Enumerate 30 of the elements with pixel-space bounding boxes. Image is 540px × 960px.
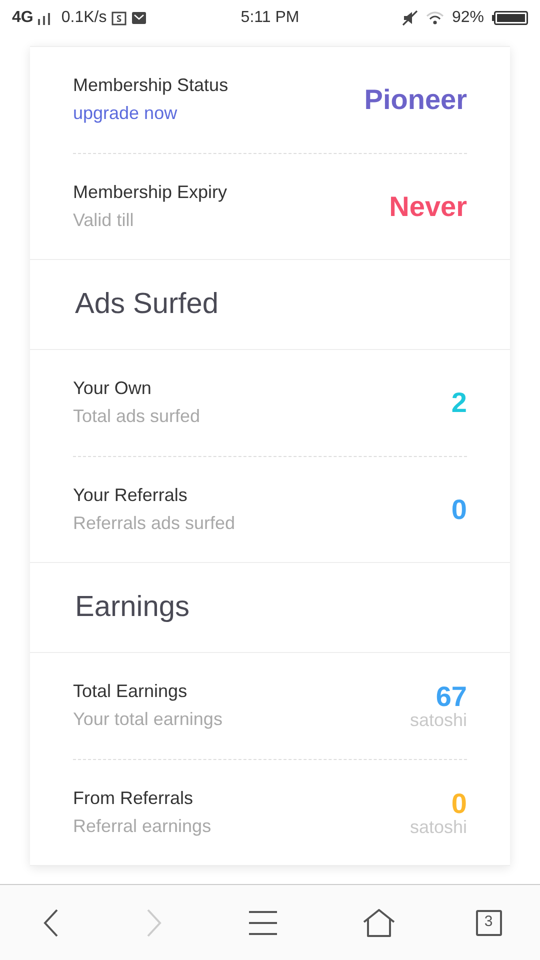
sim-icon bbox=[110, 10, 127, 26]
stat-label: Membership Status bbox=[73, 74, 228, 98]
mail-icon bbox=[130, 10, 147, 26]
section-title: Earnings bbox=[75, 590, 190, 625]
stat-caption: Referrals ads surfed bbox=[73, 512, 236, 534]
battery-icon bbox=[492, 10, 528, 26]
stat-value: 0 bbox=[451, 496, 467, 524]
stat-caption: Total ads surfed bbox=[73, 405, 200, 428]
tabs-button[interactable]: 3 bbox=[476, 910, 502, 936]
stat-label: Membership Expiry bbox=[73, 180, 228, 204]
stat-label: From Referrals bbox=[73, 786, 194, 810]
stat-label: Your Referrals bbox=[73, 484, 188, 507]
wifi-icon bbox=[426, 11, 444, 25]
stat-caption: Valid till bbox=[73, 208, 135, 232]
stat-caption: Your total earnings bbox=[73, 708, 222, 731]
section-title: Ads Surfed bbox=[75, 286, 218, 322]
stat-value: Pioneer bbox=[364, 86, 467, 114]
clock: 5:11 PM bbox=[240, 8, 300, 28]
stat-value: 2 bbox=[451, 389, 467, 417]
network-label: 4G bbox=[12, 8, 34, 28]
stat-value: Never bbox=[389, 192, 467, 220]
stat-value: 67 bbox=[436, 683, 467, 711]
stat-label: Your Own bbox=[73, 377, 152, 400]
upgrade-link[interactable]: upgrade now bbox=[73, 100, 228, 128]
network-speed: 0.1K/s bbox=[61, 8, 107, 28]
battery-percent: 92% bbox=[452, 8, 484, 28]
stat-label: Total Earnings bbox=[73, 680, 188, 704]
stat-caption: Referral earnings bbox=[73, 814, 212, 838]
mute-icon bbox=[402, 10, 418, 26]
stat-value: 0 bbox=[451, 790, 467, 818]
